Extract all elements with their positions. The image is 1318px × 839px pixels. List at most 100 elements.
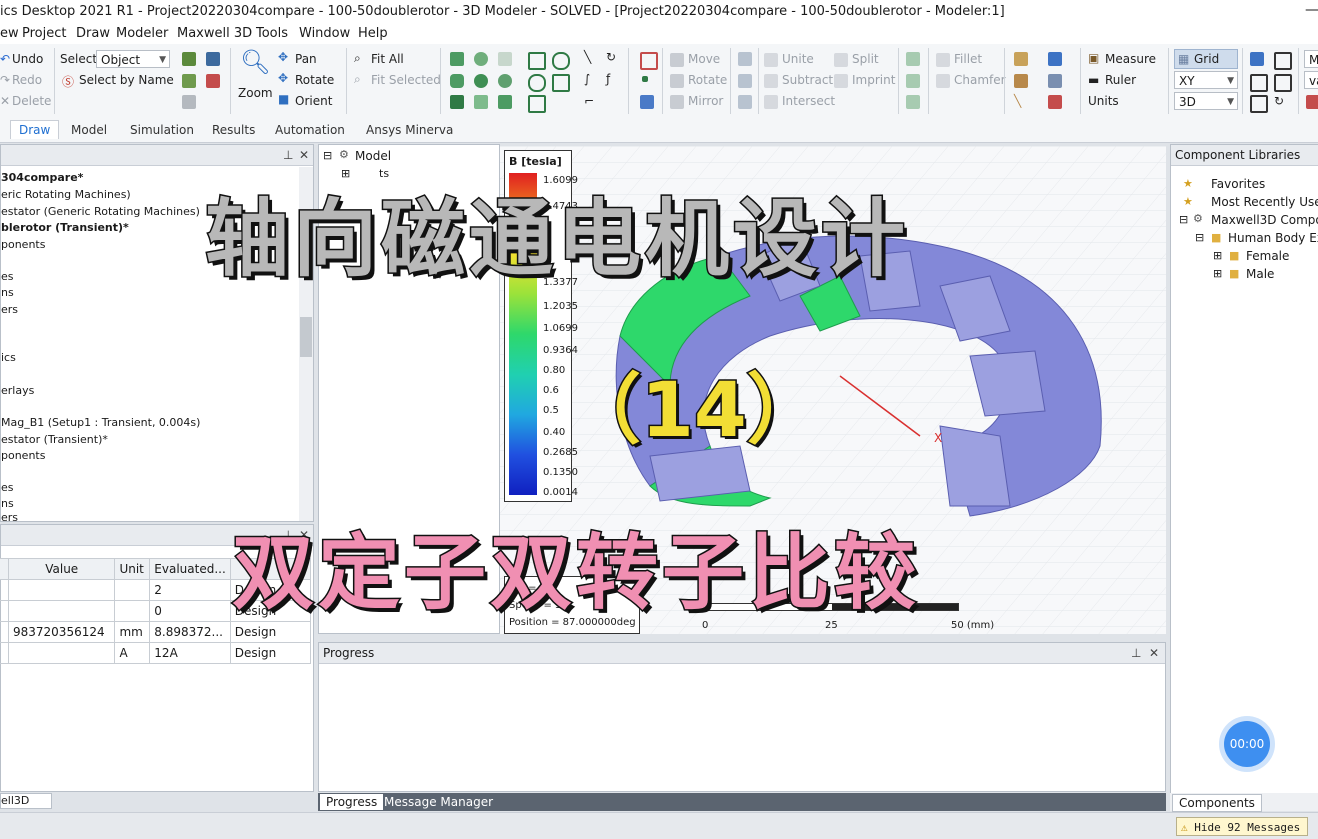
- tab-maxwell3d[interactable]: ell3D: [0, 793, 52, 809]
- table-cell[interactable]: [7, 579, 116, 601]
- color-icon[interactable]: [1306, 95, 1318, 109]
- spline-icon[interactable]: ∫: [584, 72, 590, 86]
- pan-button[interactable]: Pan: [295, 52, 317, 66]
- duplicate-icon[interactable]: [738, 52, 752, 66]
- tree-item[interactable]: ponents: [1, 238, 45, 251]
- thicken-icon[interactable]: [906, 95, 920, 109]
- table-cell[interactable]: [7, 642, 116, 664]
- imprint-button[interactable]: Imprint: [852, 73, 895, 87]
- menu-help[interactable]: Help: [358, 26, 388, 41]
- expand-icon[interactable]: ⊟: [323, 149, 332, 162]
- bondwire-icon[interactable]: [474, 95, 488, 109]
- ruler-button[interactable]: Ruler: [1105, 73, 1136, 87]
- library-item-female[interactable]: Female: [1246, 249, 1289, 263]
- value-dropdown[interactable]: va: [1304, 71, 1318, 89]
- line-style-icon[interactable]: ╲: [1014, 94, 1021, 108]
- zoom-icon[interactable]: 🔍︎: [240, 48, 270, 76]
- duplicate-around-icon[interactable]: [738, 74, 752, 88]
- recording-timer[interactable]: 00:00: [1224, 721, 1270, 767]
- expand-icon[interactable]: ⊟: [1195, 231, 1204, 244]
- expand-icon[interactable]: ⊟: [1179, 213, 1188, 226]
- material-dropdown[interactable]: Ma: [1304, 50, 1318, 68]
- tab-ansys-minerva[interactable]: Ansys Minerva: [366, 123, 453, 137]
- rotate-object-button[interactable]: Rotate: [688, 73, 727, 87]
- box-icon[interactable]: [450, 52, 464, 66]
- tab-draw[interactable]: Draw: [10, 120, 60, 139]
- visibility-icon[interactable]: [182, 95, 196, 109]
- measure-button[interactable]: Measure: [1105, 52, 1156, 66]
- sweep-around-icon[interactable]: [906, 74, 920, 88]
- undo-button[interactable]: Undo: [12, 52, 43, 66]
- ellipse-icon[interactable]: [552, 52, 570, 70]
- table-cell[interactable]: 983720356124: [7, 621, 116, 643]
- equation-curve-icon[interactable]: ƒ: [606, 72, 610, 86]
- tab-simulation[interactable]: Simulation: [130, 123, 194, 137]
- minimize-button[interactable]: —: [1292, 2, 1318, 22]
- menu-tools[interactable]: Tools: [256, 26, 288, 41]
- tree-item[interactable]: estator (Transient)*: [1, 433, 108, 446]
- split-button[interactable]: Split: [852, 52, 879, 66]
- fit-selected-button[interactable]: Fit Selected: [371, 73, 441, 87]
- library-item-favorites[interactable]: Favorites: [1211, 177, 1265, 191]
- tree-item[interactable]: ns: [1, 497, 14, 510]
- move-button[interactable]: Move: [688, 52, 720, 66]
- chamfer-button[interactable]: Chamfer: [954, 73, 1006, 87]
- tree-item[interactable]: blerotor (Transient)*: [1, 221, 129, 234]
- tab-progress[interactable]: Progress: [320, 794, 384, 810]
- scrollbar-thumb[interactable]: [300, 317, 312, 357]
- rectangle-icon[interactable]: [528, 52, 546, 70]
- grid-toggle[interactable]: ▦ Grid: [1174, 49, 1238, 69]
- tree-item[interactable]: ponents: [1, 449, 45, 462]
- menu-modeler[interactable]: Modeler: [116, 26, 168, 41]
- view-top-icon[interactable]: [1250, 95, 1268, 113]
- tab-message-manager[interactable]: Message Manager: [384, 795, 493, 809]
- tab-automation[interactable]: Automation: [275, 123, 345, 137]
- tree-item[interactable]: ers: [1, 511, 18, 524]
- model-tree-root[interactable]: Model: [355, 149, 391, 163]
- tree-item[interactable]: es: [1, 270, 14, 283]
- tab-components[interactable]: Components: [1172, 794, 1262, 812]
- table-row[interactable]: A 12A Design: [0, 642, 312, 664]
- intersect-button[interactable]: Intersect: [782, 94, 835, 108]
- snap-icon[interactable]: [1048, 52, 1062, 66]
- point-icon[interactable]: [642, 76, 648, 82]
- close-icon[interactable]: ✕: [1149, 643, 1159, 663]
- assign-material-icon[interactable]: [1014, 74, 1028, 88]
- menu-maxwell3d[interactable]: Maxwell 3D: [177, 26, 252, 41]
- hide-icon[interactable]: [206, 52, 220, 66]
- expand-icon[interactable]: ⊞: [1213, 249, 1222, 262]
- mode-dropdown[interactable]: 3D ▼: [1174, 92, 1238, 110]
- rotate-button[interactable]: Rotate: [295, 73, 334, 87]
- view-rotate-icon[interactable]: ↻: [1274, 94, 1284, 108]
- plane-icon[interactable]: [640, 95, 654, 109]
- sweep-icon[interactable]: [906, 52, 920, 66]
- zoom-button[interactable]: Zoom: [238, 86, 273, 100]
- arc-icon[interactable]: ↻: [606, 50, 616, 64]
- view-box-icon[interactable]: [1274, 52, 1292, 70]
- select-mode-dropdown[interactable]: Object ▼: [96, 50, 170, 68]
- material-icon[interactable]: [1014, 52, 1028, 66]
- line-icon[interactable]: ╲: [584, 50, 591, 64]
- tree-item[interactable]: 304compare*: [1, 171, 83, 184]
- tab-results[interactable]: Results: [212, 123, 255, 137]
- tree-item[interactable]: es: [1, 481, 14, 494]
- show-all-icon[interactable]: [182, 74, 196, 88]
- polygon-icon[interactable]: [552, 74, 570, 92]
- tree-item[interactable]: ics: [1, 351, 16, 364]
- polyhedron-icon[interactable]: [450, 95, 464, 109]
- tree-item[interactable]: ns: [1, 286, 14, 299]
- delete-button[interactable]: Delete: [12, 94, 51, 108]
- fit-all-button[interactable]: Fit All: [371, 52, 404, 66]
- view-front-icon[interactable]: [1250, 74, 1268, 92]
- subtract-button[interactable]: Subtract: [782, 73, 833, 87]
- units-button[interactable]: Units: [1088, 94, 1119, 108]
- ribbon-icon[interactable]: [498, 95, 512, 109]
- duplicate-mirror-icon[interactable]: [738, 95, 752, 109]
- hide-all-icon[interactable]: [206, 74, 220, 88]
- view-icon[interactable]: [1250, 52, 1264, 66]
- pin-icon[interactable]: ⊥: [283, 145, 293, 165]
- menu-window[interactable]: Window: [299, 26, 350, 41]
- tree-item[interactable]: estator (Generic Rotating Machines): [1, 205, 200, 218]
- mirror-button[interactable]: Mirror: [688, 94, 723, 108]
- view-side-icon[interactable]: [1274, 74, 1292, 92]
